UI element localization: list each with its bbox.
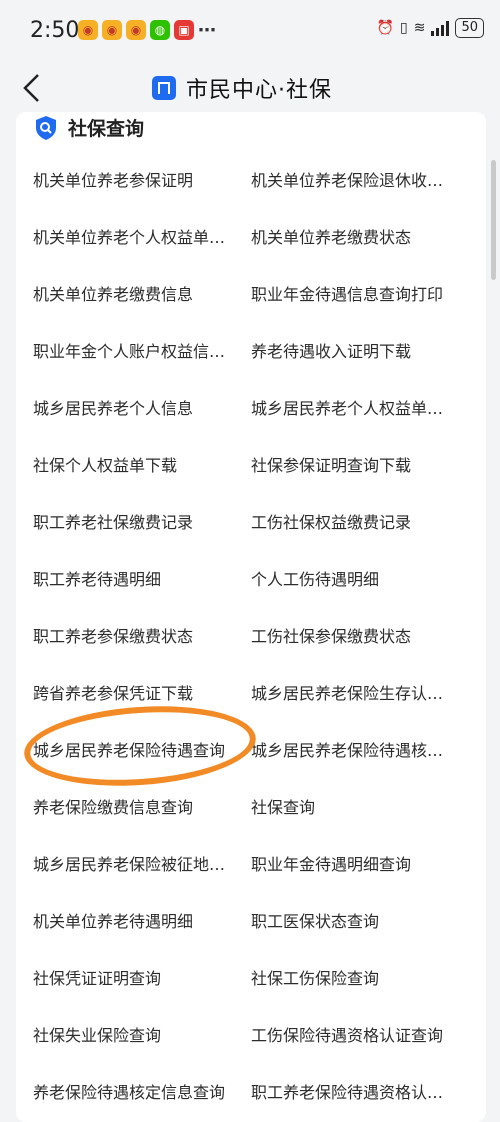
service-item-link[interactable]: 机关单位养老缴费状态 xyxy=(251,227,466,249)
service-item-link[interactable]: 职工养老参保缴费状态 xyxy=(33,626,248,648)
service-item-link[interactable]: 工伤保险待遇资格认证查询 xyxy=(251,1025,466,1047)
service-item-link[interactable]: 工伤社保参保缴费状态 xyxy=(251,626,466,648)
section-header: 社保查询 xyxy=(34,114,144,141)
notification-icons: ◉ ◉ ◉ ◍ ▣ ⋯ xyxy=(78,19,216,41)
section-title: 社保查询 xyxy=(68,118,145,140)
service-item-link[interactable]: 养老保险缴费信息查询 xyxy=(33,797,248,819)
service-item-link[interactable]: 职工医保状态查询 xyxy=(251,911,466,933)
service-item-link[interactable]: 机关单位养老保险退休收… xyxy=(251,170,466,192)
service-item-link[interactable]: 职业年金待遇明细查询 xyxy=(251,854,466,876)
vibrate-icon: ▯ xyxy=(400,20,408,36)
service-item-link[interactable]: 机关单位养老缴费信息 xyxy=(33,284,248,306)
nav-bar: 市民中心·社保 xyxy=(0,60,500,116)
service-item-link[interactable]: 社保参保证明查询下载 xyxy=(251,455,466,477)
highlight-circle xyxy=(21,699,259,793)
service-item-link[interactable]: 养老待遇收入证明下载 xyxy=(251,341,466,363)
service-item-link[interactable]: 社保个人权益单下载 xyxy=(33,455,248,477)
wechat-icon: ◍ xyxy=(150,20,170,40)
battery-icon: 50 xyxy=(455,18,484,38)
status-indicators: ⏰ ▯ ≋ 50 xyxy=(377,18,484,38)
weibo-icon: ◉ xyxy=(78,20,98,40)
page-title: 市民中心·社保 xyxy=(152,72,332,104)
app-logo-icon xyxy=(152,76,176,100)
service-item-link[interactable]: 机关单位养老个人权益单… xyxy=(33,227,248,249)
service-item-link[interactable]: 机关单位养老待遇明细 xyxy=(33,911,248,933)
signal-icon xyxy=(431,20,450,36)
service-item-link[interactable]: 城乡居民养老保险待遇核… xyxy=(251,740,466,762)
app-red-icon: ▣ xyxy=(174,20,194,40)
service-item-link[interactable]: 社保失业保险查询 xyxy=(33,1025,248,1047)
service-item-link[interactable]: 机关单位养老参保证明 xyxy=(33,170,248,192)
weibo-icon: ◉ xyxy=(126,20,146,40)
back-button[interactable] xyxy=(12,68,52,108)
service-item-link[interactable]: 社保凭证证明查询 xyxy=(33,968,248,990)
service-item-link[interactable]: 职工养老保险待遇资格认… xyxy=(251,1082,466,1104)
service-item-link[interactable]: 职工养老社保缴费记录 xyxy=(33,512,248,534)
service-item-link[interactable]: 养老保险待遇核定信息查询 xyxy=(33,1082,248,1104)
status-bar: 2:50 ◉ ◉ ◉ ◍ ▣ ⋯ ⏰ ▯ ≋ 50 xyxy=(0,0,500,60)
shield-search-icon xyxy=(36,115,56,140)
service-item-link[interactable]: 城乡居民养老保险被征地… xyxy=(33,854,248,876)
chevron-left-icon xyxy=(23,74,39,102)
service-item-link[interactable]: 城乡居民养老个人权益单… xyxy=(251,398,466,420)
more-icon: ⋯ xyxy=(198,19,216,41)
service-item-link[interactable]: 职业年金待遇信息查询打印 xyxy=(251,284,466,306)
service-item-link[interactable]: 城乡居民养老个人信息 xyxy=(33,398,248,420)
service-item-link[interactable]: 城乡居民养老保险生存认… xyxy=(251,683,466,705)
alarm-icon: ⏰ xyxy=(376,20,394,36)
service-item-link[interactable]: 工伤社保权益缴费记录 xyxy=(251,512,466,534)
service-item-link[interactable]: 职工养老待遇明细 xyxy=(33,569,248,591)
service-item-link[interactable]: 个人工伤待遇明细 xyxy=(251,569,466,591)
service-item-link[interactable]: 职业年金个人账户权益信… xyxy=(33,341,248,363)
status-time: 2:50 xyxy=(30,18,80,43)
service-item-link[interactable]: 跨省养老参保凭证下载 xyxy=(33,683,248,705)
social-insurance-card: 社保查询 机关单位养老参保证明 机关单位养老保险退休收… 机关单位养老个人权益单… 机… xyxy=(16,112,486,1122)
wifi-icon: ≋ xyxy=(413,20,426,36)
weibo-icon: ◉ xyxy=(102,20,122,40)
scrollbar[interactable] xyxy=(491,160,496,280)
service-item-link[interactable]: 社保工伤保险查询 xyxy=(251,968,466,990)
service-item-link[interactable]: 社保查询 xyxy=(251,797,466,819)
page-title-text: 市民中心·社保 xyxy=(186,78,332,103)
